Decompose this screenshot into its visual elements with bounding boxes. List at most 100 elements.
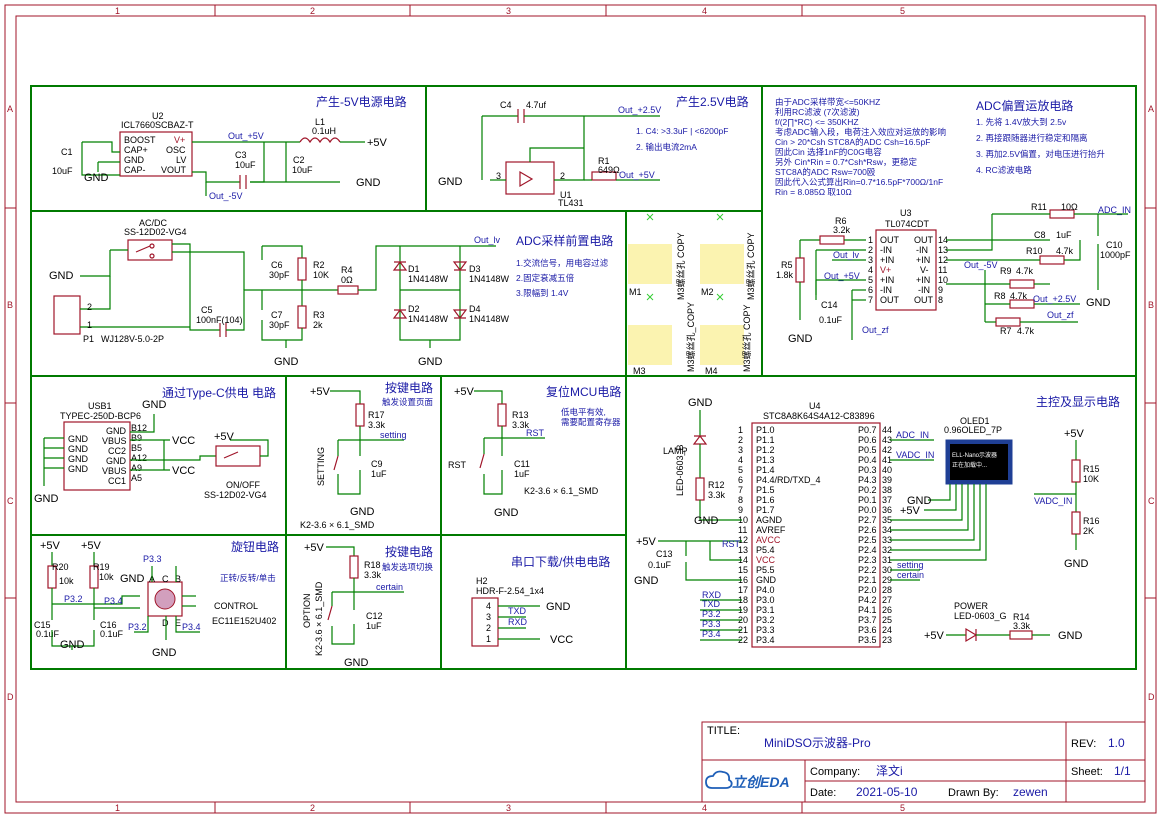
reset-sub1: 低电平有效, [561,407,606,417]
r4-val: 0Ω [341,275,353,285]
svg-text:4: 4 [486,601,491,611]
svg-text:OUT: OUT [914,295,934,305]
u4-pin-name: P0.5 [858,445,877,455]
adc-bias-net-out5: Out_+5V [824,271,860,281]
adc-step-1: 1. 先将 1.4V放大到 2.5v [976,117,1067,127]
p1-body [53,295,81,335]
u4-right-pins: 44P0.743P0.642P0.541P0.440P0.339P4.338P0… [858,425,892,645]
company-label: Company: [810,766,860,778]
ruler-col-3-bottom: 3 [506,803,511,813]
r7-ref: R7 [1000,326,1012,336]
svg-text:A12: A12 [131,453,147,463]
u4-pin-name: P0.7 [858,425,877,435]
typec-vcc-2: VCC [172,465,195,477]
typec-plus5v: +5V [214,431,235,443]
oled-part: 0.96OLED_7P [944,425,1002,435]
u4-pin-number: 39 [882,475,892,485]
u4-pin-number: 8 [738,495,743,505]
u4-pin-name: P1.1 [756,435,775,445]
c9-ref: C9 [371,459,383,469]
c5-ref: C5 [201,305,213,315]
svg-text:+IN: +IN [880,275,894,285]
ruler-col-2: 2 [310,6,315,16]
mcu-net-vadcin: VADC_IN [896,450,934,460]
rev-label: REV: [1071,738,1096,750]
date-label: Date: [810,787,836,799]
svg-text:VBUS: VBUS [102,436,127,446]
encoder-net-p32-a: P3.2 [64,594,83,604]
u4-pin-number: 25 [882,615,892,625]
v25-section: 产生2.5V电路 C4 4.7uf Out_+2.5V 3 2 U1 TL431… [438,94,749,208]
company-value: 泽文i [876,763,903,778]
l1-body [299,137,341,144]
mcu-gnd-c13: GND [634,575,659,587]
adc-front-gnd-1: GND [49,270,74,282]
download-title: 串口下载/供电电路 [511,554,610,569]
power-part: LED-0603_G [954,611,1007,621]
ruler-col-5: 5 [900,6,905,16]
mcu-gnd-r16: GND [1064,558,1089,570]
u4-pin-number: 44 [882,425,892,435]
encoder-gnd-3: GND [152,647,177,659]
svg-text:GND: GND [106,426,127,436]
u4-pin-name: P3.7 [858,615,877,625]
c8-val: 1uF [1056,230,1072,240]
neg5v-gnd-2: GND [356,177,381,189]
adc-bias-net-adcin: ADC_IN [1098,205,1131,215]
m2-ref: M2 [701,287,714,297]
adc-bias-gnd-1: GND [788,333,813,345]
key-set-sw: SETTING [316,447,326,486]
r10-val: 4.7k [1056,246,1074,256]
u4-pin-name: P3.3 [756,625,775,635]
svg-text:GND: GND [106,456,127,466]
u2-pin-capm: CAP- [124,165,146,175]
u4-pin-number: 23 [882,635,892,645]
m2-pad [700,244,744,284]
u4-pin-name: P2.3 [858,555,877,565]
adc-bias-section: ADC偏置运放电路 由于ADC采样带宽<=50KHZ 利用RC滤波 (7次滤波)… [775,97,1131,345]
encoder-plus5v-2: +5V [81,540,102,552]
c11-val: 1uF [514,469,530,479]
reset-sub2: 需要配置寄存器 [561,417,621,427]
ruler-row-a: A [7,104,13,114]
svg-text:GND: GND [68,464,89,474]
download-vcc: VCC [550,634,573,646]
p1-pin1: 1 [87,320,92,330]
u4-pin-name: P4.4/RD/TXD_4 [756,475,821,485]
r19-ref: R19 [93,562,110,572]
r17-ref: R17 [368,410,385,420]
svg-text:V-: V- [920,265,929,275]
u3-ref: U3 [900,208,912,218]
r19-val: 10k [99,572,114,582]
adc-step-3: 3. 再加2.5V偏置，对电压进行抬升 [976,149,1105,159]
typec-title: 通过Type-C供电 电路 [162,385,276,400]
r2-ref: R2 [313,260,325,270]
onoff-switch [215,445,261,467]
svg-text:CC2: CC2 [108,446,126,456]
l1-val: 0.1uH [312,126,336,136]
u4-pin-number: 42 [882,445,892,455]
r9-ref: R9 [1000,266,1012,276]
encoder-net-p34-a: P3.4 [104,596,123,606]
adc-desc-9: Rin = 8.085Ω 取10Ω [775,187,852,197]
encoder-pin-c: C [162,574,169,584]
u4-pin-number: 37 [882,495,892,505]
eda-logo-icon [705,770,733,789]
oled-screen [950,444,1008,480]
d4-ref: D4 [469,304,481,314]
adc-bias-net-outm5: Out_-5V [964,260,998,270]
oled-line1: ELL-Nano示波器 [952,451,997,459]
c6-val: 30pF [269,270,290,280]
v25-net-out5: Out_+5V [619,170,655,180]
adc-bias-net-out25: Out_+2.5V [1033,294,1076,304]
d3-ref: D3 [469,264,481,274]
adc-step-2: 2. 再接跟随器进行稳定和隔离 [976,133,1087,143]
u4-pin-name: P4.1 [858,605,877,615]
ruler-col-4: 4 [702,6,707,16]
ruler-col-4-bottom: 4 [702,803,707,813]
r8-ref: R8 [994,291,1006,301]
adc-desc-0: 由于ADC采样带宽<=50KHZ [775,97,880,107]
mcu-net-adcin: ADC_IN [896,430,929,440]
u2-pin-osc: OSC [166,145,186,155]
u4-pin-name: P4.3 [858,475,877,485]
